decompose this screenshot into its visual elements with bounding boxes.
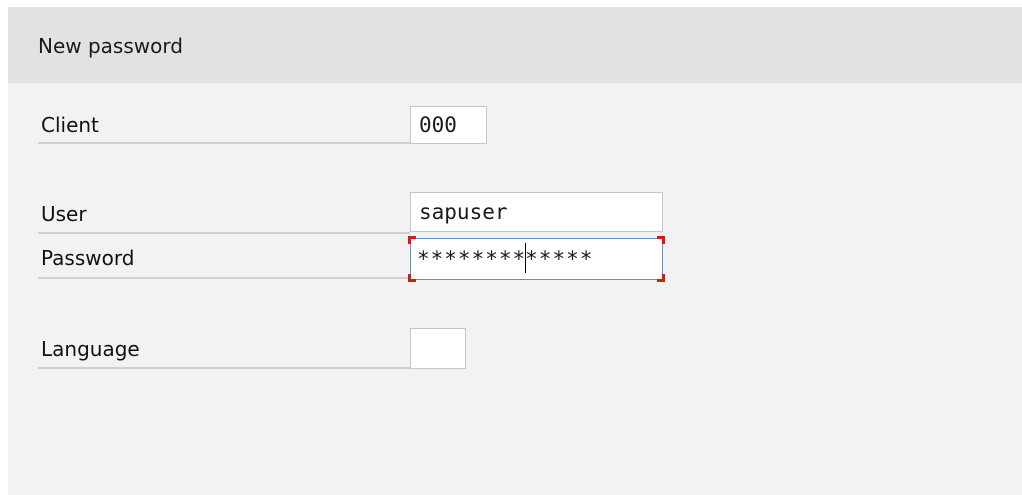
language-label: Language (41, 337, 140, 361)
client-underline (38, 142, 410, 144)
focus-corner-top-right (657, 236, 665, 244)
panel-header: New password (8, 7, 1022, 83)
client-value: 000 (419, 113, 457, 137)
focus-corner-top-left (408, 236, 416, 244)
user-label: User (41, 202, 87, 226)
user-underline (38, 232, 410, 234)
password-input[interactable]: ************* (408, 236, 665, 282)
language-underline (38, 367, 410, 369)
login-panel: New password Client 000 User sapuser Pas… (8, 7, 1022, 495)
language-input[interactable] (410, 328, 466, 369)
client-input[interactable]: 000 (410, 106, 487, 144)
user-input[interactable]: sapuser (410, 192, 663, 232)
text-caret (525, 243, 527, 273)
panel-title: New password (38, 34, 183, 58)
password-label: Password (41, 246, 135, 270)
client-label: Client (41, 113, 99, 137)
user-value: sapuser (419, 200, 508, 224)
focus-corner-bottom-left (408, 274, 416, 282)
password-value: ************* (411, 239, 662, 279)
password-underline (38, 277, 410, 279)
focus-corner-bottom-right (657, 274, 665, 282)
